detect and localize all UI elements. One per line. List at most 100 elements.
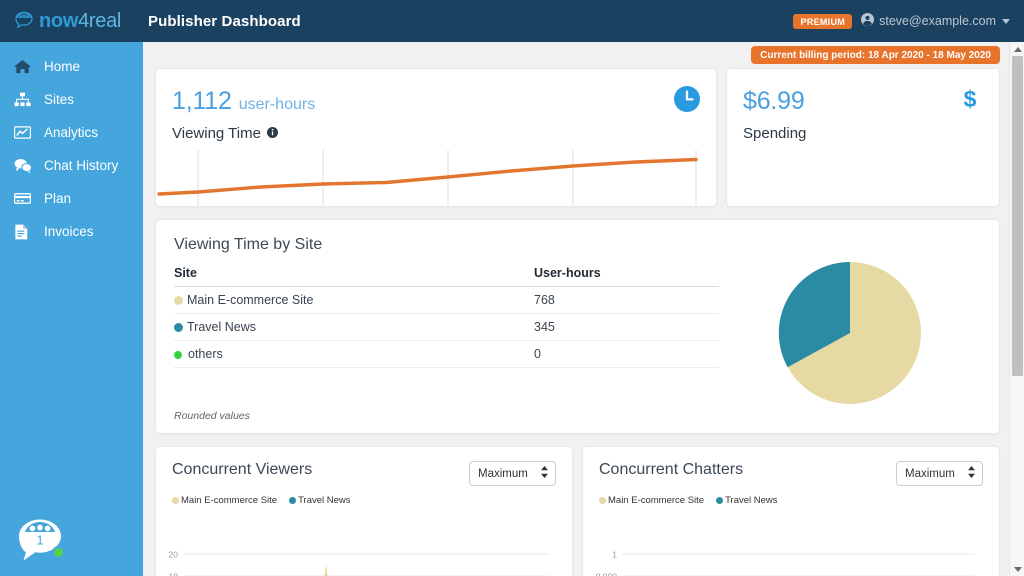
cell-hours: 345: [534, 313, 719, 341]
sidebar-item-plan[interactable]: Plan: [0, 182, 143, 215]
page-title: Publisher Dashboard: [148, 12, 301, 30]
sidebar-item-label: Analytics: [44, 125, 99, 140]
spending-label-row: Spending: [743, 125, 981, 142]
viewing-time-card: 1,112 user-hours Viewing Time: [155, 68, 717, 207]
site-table-area: Viewing Time by Site Site User-hours Mai…: [174, 236, 719, 433]
site-pie-area: [719, 236, 981, 433]
billing-period-row: Current billing period: 18 Apr 2020 - 18…: [143, 42, 1024, 68]
series-color-dot: [174, 296, 183, 306]
sidebar-item-home[interactable]: Home: [0, 50, 143, 83]
site-name: Travel News: [187, 320, 256, 334]
cell-site: Travel News: [174, 313, 534, 341]
table-row[interactable]: Travel News 345: [174, 313, 719, 341]
series-color-dot: [174, 323, 183, 333]
table-header-row: Site User-hours: [174, 266, 719, 287]
sidebar-item-sites[interactable]: Sites: [0, 83, 143, 116]
logo[interactable]: now4real: [0, 0, 143, 42]
scrollbar-thumb[interactable]: [1012, 56, 1023, 376]
site-name: others: [188, 347, 223, 361]
select-stepper-icon: [540, 465, 549, 482]
concurrent-chatters-chart: 1 0.900: [596, 550, 975, 576]
header-right: PREMIUM steve@example.com: [793, 13, 1024, 29]
premium-badge: PREMIUM: [793, 13, 853, 29]
rounded-values-note: Rounded values: [174, 410, 250, 422]
chatters-title: Concurrent Chatters: [599, 461, 744, 478]
spending-value: $6.99: [743, 87, 805, 115]
cell-hours: 0: [534, 340, 719, 368]
legend-item: Travel News: [716, 495, 778, 506]
scroll-up-arrow[interactable]: [1010, 42, 1024, 56]
ytick-label: 20: [169, 550, 179, 560]
main-content: Current billing period: 18 Apr 2020 - 18…: [143, 42, 1024, 576]
series-color-dot: [174, 350, 182, 359]
dollar-sign-icon: $: [957, 86, 983, 117]
chat-bubble-widget[interactable]: 1: [16, 517, 65, 567]
sitemap-icon: [14, 91, 34, 109]
legend-label: Travel News: [725, 495, 778, 506]
page-scrollbar[interactable]: [1009, 42, 1024, 576]
viewers-select-value: Maximum: [478, 467, 528, 480]
viewing-time-value: 1,112: [172, 87, 232, 115]
viewing-time-label: Viewing Time: [172, 125, 261, 142]
viewers-aggregation-select[interactable]: Maximum: [469, 461, 556, 486]
spending-card: $6.99 Spending $: [726, 68, 1000, 207]
clock-icon: [674, 86, 700, 117]
spending-label: Spending: [743, 125, 807, 142]
spending-value-line: $6.99: [743, 87, 981, 116]
viewing-time-pie-chart: [778, 261, 921, 404]
sidebar-item-label: Chat History: [44, 158, 119, 173]
viewing-time-by-site-card: Viewing Time by Site Site User-hours Mai…: [155, 219, 1000, 434]
chatters-aggregation-select[interactable]: Maximum: [896, 461, 983, 486]
publisher-dashboard-app: now4real Publisher Dashboard PREMIUM ste…: [0, 0, 1024, 576]
table-row[interactable]: Main E-commerce Site 768: [174, 286, 719, 314]
legend-item: Travel News: [289, 495, 351, 506]
legend-label: Main E-commerce Site: [608, 495, 705, 506]
chart-line-icon: [14, 124, 34, 142]
logo-now: now: [39, 10, 79, 32]
col-user-hours: User-hours: [534, 266, 719, 287]
viewers-legend: Main E-commerce Site Travel News: [172, 495, 556, 506]
file-invoice-icon: [14, 223, 34, 241]
sidebar-item-analytics[interactable]: Analytics: [0, 116, 143, 149]
chatters-header: Concurrent Chatters Maximum: [599, 461, 983, 486]
legend-color-dot: [716, 497, 724, 504]
site-name: Main E-commerce Site: [187, 293, 314, 307]
user-circle-icon: [861, 13, 875, 29]
table-row[interactable]: others 0: [174, 340, 719, 368]
user-menu[interactable]: steve@example.com: [861, 13, 1010, 29]
legend-item: Main E-commerce Site: [172, 495, 277, 506]
legend-item: Main E-commerce Site: [599, 495, 704, 506]
credit-card-icon: [14, 190, 34, 208]
kpi-row: 1,112 user-hours Viewing Time $6.99 Spen…: [143, 68, 1024, 207]
sidebar-item-invoices[interactable]: Invoices: [0, 215, 143, 248]
legend-label: Main E-commerce Site: [181, 495, 278, 506]
sidebar-item-label: Home: [44, 59, 81, 74]
concurrent-viewers-card: Concurrent Viewers Maximum Main E-commer…: [155, 446, 573, 576]
cell-hours: 768: [534, 286, 719, 314]
scroll-down-arrow[interactable]: [1010, 562, 1024, 576]
logo-text: now4real: [39, 11, 121, 31]
online-status-dot: [52, 546, 65, 559]
sidebar-item-label: Invoices: [44, 224, 94, 239]
speech-bubble-avatars-icon: [12, 9, 36, 33]
chatters-select-value: Maximum: [905, 467, 955, 480]
viewing-time-label-row: Viewing Time: [172, 125, 698, 142]
chevron-down-icon[interactable]: [1002, 18, 1010, 24]
info-circle-icon[interactable]: [266, 125, 278, 142]
ytick-label: 0.900: [596, 572, 618, 576]
sidebar-item-chat-history[interactable]: Chat History: [0, 149, 143, 182]
comments-icon: [14, 157, 34, 175]
app-header: now4real Publisher Dashboard PREMIUM ste…: [0, 0, 1024, 42]
ytick-label: 1: [612, 550, 617, 560]
concurrency-row: Concurrent Viewers Maximum Main E-commer…: [143, 434, 1024, 576]
ytick-label: 18: [169, 572, 179, 576]
cell-site: others: [174, 340, 534, 368]
viewers-header: Concurrent Viewers Maximum: [172, 461, 556, 486]
site-section-title: Viewing Time by Site: [174, 236, 323, 253]
chat-bubble-widget-icon: 1: [19, 519, 61, 561]
concurrent-viewers-chart: 20 18: [169, 550, 548, 576]
viewers-title: Concurrent Viewers: [172, 461, 313, 478]
col-site: Site: [174, 266, 534, 287]
svg-text:$: $: [964, 86, 977, 112]
site-table: Site User-hours Main E-commerce Site 768…: [174, 266, 719, 368]
